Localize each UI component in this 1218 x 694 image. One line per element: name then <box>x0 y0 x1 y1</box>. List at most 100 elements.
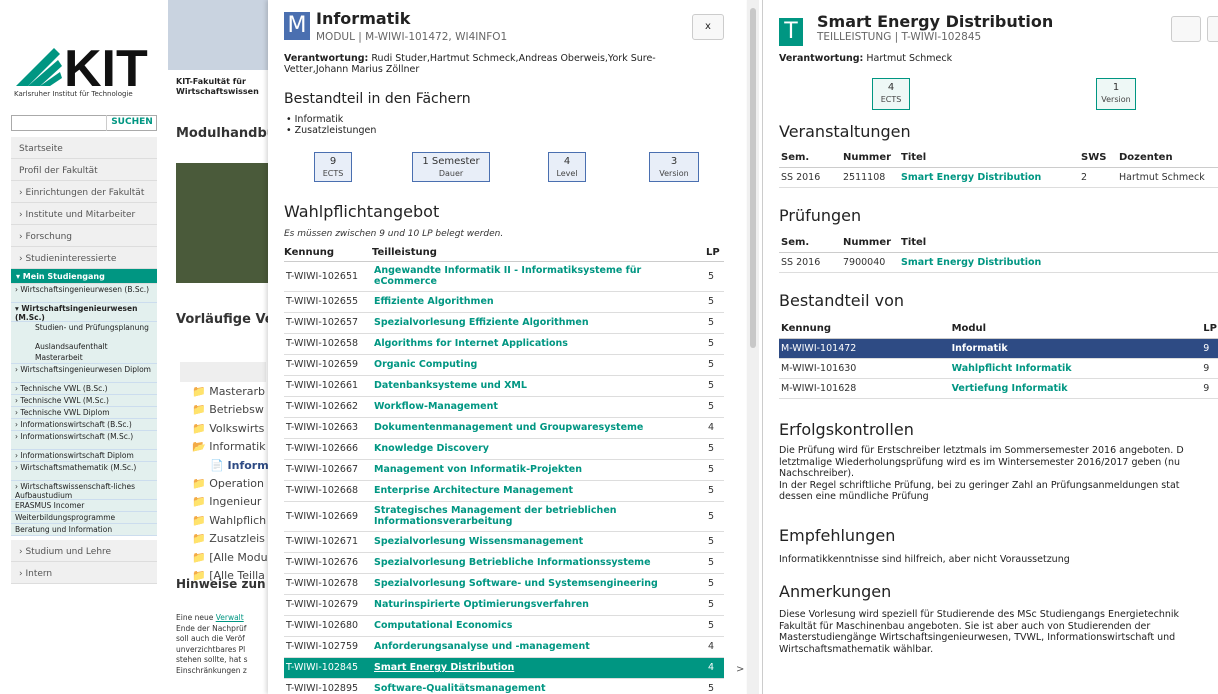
teilleistung-link[interactable]: Organic Computing <box>372 354 706 376</box>
cell: Hartmut Schmeck <box>1117 167 1218 188</box>
scrollbar-thumb[interactable] <box>750 8 756 348</box>
teilleistung-link[interactable]: Knowledge Discovery <box>372 438 706 460</box>
table-row[interactable]: T-WIWI-102669 Strategisches Management de… <box>284 501 724 532</box>
tree-item[interactable]: 📁 Wahlpflich <box>192 512 269 530</box>
table-row[interactable]: T-WIWI-102662 Workflow-Management 5 <box>284 396 724 418</box>
kit-logo[interactable]: KIT <box>14 38 149 88</box>
tree-item-selected[interactable]: 📄 Inform <box>192 457 269 475</box>
cell: 4 <box>706 657 724 679</box>
table-row[interactable]: T-WIWI-102668 Enterprise Architecture Man… <box>284 480 724 502</box>
language-flags[interactable] <box>180 362 266 382</box>
subnav-item[interactable]: › Wirtschaftsingenieurwesen Diplom <box>11 364 157 383</box>
teilleistung-link[interactable]: Anforderungsanalyse und -management <box>372 636 706 658</box>
col-sws: SWS <box>1079 149 1117 168</box>
table-row[interactable]: M-WIWI-101630 Wahlpflicht Informatik 9 <box>779 358 1218 379</box>
subnav-item[interactable]: › Wirtschaftswissenschaft-liches Aufbaus… <box>11 481 157 500</box>
table-row[interactable]: T-WIWI-102661 Datenbanksysteme und XML 5 <box>284 375 724 397</box>
tree-item[interactable]: 📁 Ingenieur <box>192 493 269 511</box>
module-link[interactable]: Informatik <box>949 338 1202 359</box>
cell: T-WIWI-102655 <box>284 291 372 313</box>
table-row[interactable]: T-WIWI-102667 Management von Informatik-P… <box>284 459 724 481</box>
table-row-selected[interactable]: M-WIWI-101472 Informatik 9 <box>779 338 1218 359</box>
module-link[interactable]: Vertiefung Informatik <box>949 378 1202 399</box>
table-row[interactable]: T-WIWI-102680 Computational Economics 5 <box>284 615 724 637</box>
teilleistung-link[interactable]: Workflow-Management <box>372 396 706 418</box>
subnav-deep-item[interactable]: Masterarbeit <box>11 352 157 364</box>
verwaltung-link[interactable]: Verwalt <box>216 613 244 622</box>
table-row[interactable]: T-WIWI-102895 Software-Qualitätsmanagemen… <box>284 678 724 694</box>
window-button[interactable] <box>1171 16 1201 42</box>
module-link[interactable]: Wahlpflicht Informatik <box>949 358 1202 379</box>
teilleistung-link[interactable]: Software-Qualitätsmanagement <box>372 678 706 694</box>
subnav-item[interactable]: › Technische VWL (M.Sc.) <box>11 395 157 407</box>
table-row[interactable]: T-WIWI-102678 Spezialvorlesung Software- … <box>284 573 724 595</box>
teilleistung-link[interactable]: Dokumentenmanagement und Groupwaresystem… <box>372 417 706 439</box>
subnav-item[interactable]: › Technische VWL (B.Sc.) <box>11 383 157 395</box>
search-button[interactable]: SUCHEN <box>106 115 157 131</box>
course-link[interactable]: Smart Energy Distribution <box>899 167 1079 188</box>
nav-item[interactable]: Startseite <box>11 137 157 159</box>
tree-item[interactable]: 📁 Operation <box>192 475 269 493</box>
cell: 5 <box>706 573 724 595</box>
teilleistung-link[interactable]: Datenbanksysteme und XML <box>372 375 706 397</box>
tree-item[interactable]: 📁 Zusatzleis <box>192 530 269 548</box>
subnav-item[interactable]: › Informationswirtschaft (M.Sc.) <box>11 431 157 450</box>
subnav-deep-item[interactable]: Auslandsaufenthalt <box>11 341 157 352</box>
table-row[interactable]: T-WIWI-102655 Effiziente Algorithmen 5 <box>284 291 724 313</box>
subnav-item[interactable]: Weiterbildungsprogramme <box>11 512 157 524</box>
close-button[interactable]: x <box>692 14 724 40</box>
subnav-item[interactable]: › Informationswirtschaft (B.Sc.) <box>11 419 157 431</box>
subnav-item[interactable]: ERASMUS Incomer <box>11 500 157 512</box>
teilleistung-link[interactable]: Enterprise Architecture Management <box>372 480 706 502</box>
table-row[interactable]: T-WIWI-102671 Spezialvorlesung Wissensman… <box>284 531 724 553</box>
subnav-item[interactable]: Beratung und Information <box>11 524 157 536</box>
teilleistung-link[interactable]: Spezialvorlesung Software- und Systemsen… <box>372 573 706 595</box>
table-row[interactable]: T-WIWI-102658 Algorithms for Internet App… <box>284 333 724 355</box>
subnav-item[interactable]: › Technische VWL Diplom <box>11 407 157 419</box>
section-veranstaltungen: Veranstaltungen <box>779 122 911 141</box>
subnav-item[interactable]: › Informationswirtschaft Diplom <box>11 450 157 462</box>
teilleistung-link[interactable]: Computational Economics <box>372 615 706 637</box>
nav-item[interactable]: › Studium und Lehre <box>11 540 157 562</box>
subnav-deep-item[interactable]: Studien- und Prüfungsplanung <box>11 322 157 341</box>
subnav-item[interactable]: › Wirtschaftsingenieurwesen (B.Sc.) <box>11 284 157 303</box>
table-row[interactable]: T-WIWI-102676 Spezialvorlesung Betrieblic… <box>284 552 724 574</box>
nav-item[interactable]: › Studieninteressierte <box>11 247 157 269</box>
nav-item[interactable]: Profil der Fakultät <box>11 159 157 181</box>
table-row[interactable]: T-WIWI-102845 Smart Energy Distribution 4 <box>284 657 724 679</box>
table-row[interactable]: T-WIWI-102651 Angewandte Informatik II - … <box>284 261 724 292</box>
table-row[interactable]: T-WIWI-102759 Anforderungsanalyse und -ma… <box>284 636 724 658</box>
table-row[interactable]: M-WIWI-101628 Vertiefung Informatik 9 <box>779 378 1218 399</box>
teilleistung-link[interactable]: Strategisches Management der betrieblich… <box>372 501 706 532</box>
next-arrow-icon[interactable]: > <box>736 664 744 675</box>
teilleistung-link[interactable]: Management von Informatik-Projekten <box>372 459 706 481</box>
tree-item[interactable]: 📁 [Alle Modu <box>192 549 269 567</box>
exam-link[interactable]: Smart Energy Distribution <box>899 252 1218 273</box>
nav-item[interactable]: › Institute und Mitarbeiter <box>11 203 157 225</box>
teilleistung-link[interactable]: Spezialvorlesung Effiziente Algorithmen <box>372 312 706 334</box>
teilleistung-link[interactable]: Spezialvorlesung Wissensmanagement <box>372 531 706 553</box>
tree-item[interactable]: 📁 Volkswirts <box>192 420 269 438</box>
teilleistung-link[interactable]: Spezialvorlesung Betriebliche Informatio… <box>372 552 706 574</box>
table-row[interactable]: T-WIWI-102659 Organic Computing 5 <box>284 354 724 376</box>
subnav-item[interactable]: › Wirtschaftsmathematik (M.Sc.) <box>11 462 157 481</box>
teilleistung-link[interactable]: Effiziente Algorithmen <box>372 291 706 313</box>
table-row[interactable]: T-WIWI-102657 Spezialvorlesung Effiziente… <box>284 312 724 334</box>
teilleistung-link[interactable]: Algorithms for Internet Applications <box>372 333 706 355</box>
nav-item[interactable]: › Einrichtungen der Fakultät <box>11 181 157 203</box>
table-row[interactable]: T-WIWI-102663 Dokumentenmanagement und Gr… <box>284 417 724 439</box>
nav-mein-studiengang[interactable]: ▾ Mein Studiengang <box>11 269 157 284</box>
teilleistung-link[interactable]: Angewandte Informatik II - Informatiksys… <box>372 261 706 292</box>
nav-item[interactable]: › Intern <box>11 562 157 584</box>
teilleistung-link[interactable]: Smart Energy Distribution <box>372 657 706 679</box>
teilleistung-link[interactable]: Naturinspirierte Optimierungsverfahren <box>372 594 706 616</box>
tree-item[interactable]: 📁 Betriebsw <box>192 401 269 419</box>
subnav-item-active[interactable]: ▾ Wirtschaftsingenieurwesen (M.Sc.) <box>11 303 157 322</box>
tree-item[interactable]: 📂 Informatik <box>192 438 269 456</box>
nav-item[interactable]: › Forschung <box>11 225 157 247</box>
table-row[interactable]: T-WIWI-102679 Naturinspirierte Optimierun… <box>284 594 724 616</box>
tree-item[interactable]: 📁 Masterarb <box>192 383 269 401</box>
close-button[interactable] <box>1207 16 1218 42</box>
cell: 9 <box>1201 378 1218 399</box>
table-row[interactable]: T-WIWI-102666 Knowledge Discovery 5 <box>284 438 724 460</box>
